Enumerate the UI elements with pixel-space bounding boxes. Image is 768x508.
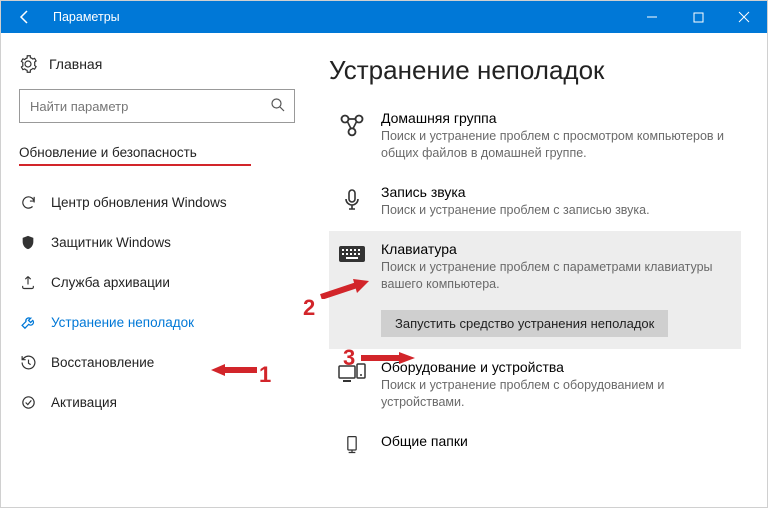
- shared-folders-icon: [337, 435, 367, 465]
- main-content: Устранение неполадок Домашняя группа Пои…: [309, 33, 767, 507]
- section-title: Обновление и безопасность: [19, 145, 295, 160]
- sync-icon: [19, 194, 37, 211]
- nav-defender[interactable]: Защитник Windows: [19, 222, 295, 262]
- homegroup-icon: [337, 112, 367, 142]
- annotation-underline: [19, 164, 251, 166]
- nav-windows-update[interactable]: Центр обновления Windows: [19, 182, 295, 222]
- tile-desc: Поиск и устранение проблем с просмотром …: [381, 128, 729, 162]
- sidebar: Главная Обновление и безопасность Центр …: [1, 33, 309, 507]
- nav-label: Служба архивации: [51, 275, 170, 290]
- search-icon: [270, 97, 286, 113]
- tile-shared-folders[interactable]: Общие папки: [329, 423, 741, 465]
- tile-title: Оборудование и устройства: [381, 359, 729, 375]
- tile-desc: Поиск и устранение проблем с параметрами…: [381, 259, 729, 293]
- tile-audio-record[interactable]: Запись звука Поиск и устранение проблем …: [329, 174, 741, 231]
- body: Главная Обновление и безопасность Центр …: [1, 33, 767, 507]
- annotation-arrow-2: [317, 279, 369, 299]
- nav-label: Центр обновления Windows: [51, 195, 227, 210]
- nav-activation[interactable]: Активация: [19, 382, 295, 422]
- window-buttons: [629, 1, 767, 33]
- annotation-arrow-1: [211, 362, 259, 378]
- microphone-icon: [337, 186, 367, 216]
- minimize-button[interactable]: [629, 1, 675, 33]
- tile-desc: Поиск и устранение проблем с записью зву…: [381, 202, 729, 219]
- home-label: Главная: [49, 56, 102, 72]
- tile-keyboard[interactable]: Клавиатура Поиск и устранение проблем с …: [329, 231, 741, 350]
- annotation-1: 1: [259, 362, 271, 388]
- nav-backup[interactable]: Служба архивации: [19, 262, 295, 302]
- settings-window: Параметры Главная: [0, 0, 768, 508]
- run-troubleshooter-button[interactable]: Запустить средство устранения неполадок: [381, 310, 668, 337]
- shield-icon: [19, 234, 37, 251]
- nav-label: Восстановление: [51, 355, 154, 370]
- nav-label: Активация: [51, 395, 117, 410]
- search-box[interactable]: [19, 89, 295, 123]
- tile-title: Клавиатура: [381, 241, 729, 257]
- annotation-arrow-3: [359, 350, 415, 366]
- home-nav[interactable]: Главная: [19, 55, 295, 73]
- nav-troubleshoot[interactable]: Устранение неполадок: [19, 302, 295, 342]
- tile-title: Общие папки: [381, 433, 729, 449]
- annotation-3: 3: [343, 345, 355, 371]
- tile-title: Запись звука: [381, 184, 729, 200]
- history-icon: [19, 354, 37, 371]
- activation-icon: [19, 394, 37, 411]
- gear-icon: [19, 55, 37, 73]
- maximize-button[interactable]: [675, 1, 721, 33]
- back-button[interactable]: [1, 1, 49, 33]
- tile-desc: Поиск и устранение проблем с оборудовани…: [381, 377, 729, 411]
- tile-homegroup[interactable]: Домашняя группа Поиск и устранение пробл…: [329, 100, 741, 174]
- search-input[interactable]: [28, 98, 262, 115]
- annotation-2: 2: [303, 295, 315, 321]
- backup-icon: [19, 274, 37, 291]
- wrench-icon: [19, 314, 37, 331]
- window-title: Параметры: [49, 10, 120, 24]
- page-heading: Устранение неполадок: [329, 55, 741, 86]
- nav-label: Устранение неполадок: [51, 315, 194, 330]
- keyboard-icon: [337, 243, 367, 273]
- nav-label: Защитник Windows: [51, 235, 171, 250]
- titlebar: Параметры: [1, 1, 767, 33]
- tile-title: Домашняя группа: [381, 110, 729, 126]
- close-button[interactable]: [721, 1, 767, 33]
